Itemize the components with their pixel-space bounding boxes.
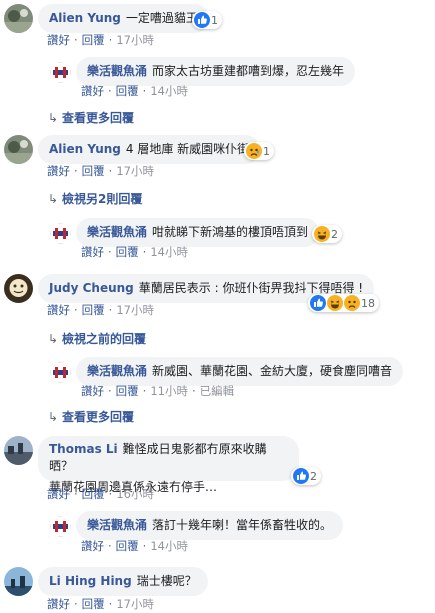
reply-button[interactable]: 回覆 xyxy=(82,303,105,317)
comment-text: 4 層地庫 新威園咪仆街 xyxy=(125,142,250,156)
like-button[interactable]: 讚好 xyxy=(47,487,70,501)
reply-arrow-icon: ↳ xyxy=(48,192,59,206)
reaction-count: 18 xyxy=(361,296,375,310)
comment-author[interactable]: 樂活觀魚涌 xyxy=(87,225,147,239)
avatar[interactable] xyxy=(4,567,33,596)
timestamp[interactable]: 17小時 xyxy=(116,164,154,178)
view-more-replies[interactable]: ↳ 查看更多回覆 xyxy=(48,109,134,126)
timestamp[interactable]: 11小時 xyxy=(150,384,188,398)
timestamp[interactable]: 16小時 xyxy=(116,487,154,501)
reply-button[interactable]: 回覆 xyxy=(82,597,105,611)
reply-button[interactable]: 回覆 xyxy=(116,384,139,398)
avatar[interactable] xyxy=(4,274,33,303)
comment-bubble: 樂活觀魚涌 新威園、華蘭花園、金紡大廈，硬食塵同嘈音 xyxy=(76,357,404,386)
reaction-badge[interactable]: 1 xyxy=(244,142,274,160)
comment-author[interactable]: Alien Yung xyxy=(49,11,121,25)
comment-actions: 讚好 · 回覆 · 17小時 xyxy=(47,33,154,47)
comment-author[interactable]: Li Hing Hing xyxy=(49,574,132,588)
timestamp[interactable]: 14小時 xyxy=(150,539,188,553)
like-button[interactable]: 讚好 xyxy=(47,33,70,47)
reaction-badge[interactable]: 1 xyxy=(192,11,222,29)
comment-bubble: 樂活觀魚涌 落訂十幾年喇！當年係畜牲收的。 xyxy=(76,511,344,540)
reply-button[interactable]: 回覆 xyxy=(116,539,139,553)
reply-button[interactable]: 回覆 xyxy=(116,84,139,98)
avatar[interactable] xyxy=(4,436,33,465)
reply-button[interactable]: 回覆 xyxy=(82,487,105,501)
comment-author[interactable]: 樂活觀魚涌 xyxy=(87,364,147,378)
like-reaction-icon xyxy=(310,295,326,311)
view-more-replies[interactable]: ↳ 檢視另2則回覆 xyxy=(48,190,142,207)
comment-author[interactable]: Thomas Li xyxy=(49,442,118,456)
reaction-count: 2 xyxy=(310,469,317,483)
sad-reaction-icon xyxy=(246,143,262,159)
comment-text: 一定嘈過貓王 xyxy=(125,11,198,25)
timestamp[interactable]: 17小時 xyxy=(116,33,154,47)
comment-actions: 讚好 · 回覆 · 16小時 xyxy=(47,487,154,501)
like-button[interactable]: 讚好 xyxy=(81,84,104,98)
like-button[interactable]: 讚好 xyxy=(47,597,70,611)
reaction-count: 1 xyxy=(263,144,270,158)
comment-author[interactable]: 樂活觀魚涌 xyxy=(87,64,147,78)
reply-arrow-icon: ↳ xyxy=(48,111,59,125)
reply-arrow-icon: ↳ xyxy=(48,332,59,346)
comment-actions: 讚好 · 回覆 · 11小時 · 已編輯 xyxy=(81,384,235,398)
timestamp[interactable]: 14小時 xyxy=(150,84,188,98)
haha-reaction-icon xyxy=(314,226,330,242)
comment-bubble: 樂活觀魚涌 咁就睇下新鴻基的樓頂唔頂到 xyxy=(76,218,320,247)
reply-button[interactable]: 回覆 xyxy=(116,245,139,259)
like-button[interactable]: 讚好 xyxy=(81,245,104,259)
reply-arrow-icon: ↳ xyxy=(48,410,59,424)
comment-text: 新威園、華蘭花園、金紡大廈，硬食塵同嘈音 xyxy=(152,364,393,378)
avatar[interactable] xyxy=(4,135,33,164)
view-more-replies[interactable]: ↳ 查看更多回覆 xyxy=(48,408,134,425)
view-previous-replies[interactable]: ↳ 檢視之前的回覆 xyxy=(48,330,146,347)
avatar[interactable] xyxy=(50,223,71,244)
reaction-count: 2 xyxy=(331,227,338,241)
comment-bubble: Thomas Li 難怪成日鬼影都冇原來收購晒？ 華蘭花園周邊真係永遠冇停手… xyxy=(38,436,299,494)
comment-bubble: Li Hing Hing 瑞士樓呢？ xyxy=(38,567,208,596)
comment-actions: 讚好 · 回覆 · 14小時 xyxy=(81,84,188,98)
comment-text: 瑞士樓呢？ xyxy=(136,574,197,588)
comment-actions: 讚好 · 回覆 · 14小時 xyxy=(81,539,188,553)
comment-bubble: 樂活觀魚涌 而家太古坊重建都嘈到爆，忍左幾年 xyxy=(76,57,356,86)
comment-text: 落訂十幾年喇！當年係畜牲收的。 xyxy=(152,518,333,532)
like-button[interactable]: 讚好 xyxy=(81,384,104,398)
comment-text: 咁就睇下新鴻基的樓頂唔頂到 xyxy=(152,225,309,239)
like-button[interactable]: 讚好 xyxy=(47,164,70,178)
sad-reaction-icon xyxy=(344,295,360,311)
comment-actions: 讚好 · 回覆 · 17小時 xyxy=(47,303,154,317)
like-reaction-icon xyxy=(293,468,309,484)
like-button[interactable]: 讚好 xyxy=(47,303,70,317)
timestamp[interactable]: 17小時 xyxy=(116,597,154,611)
comment-author[interactable]: Alien Yung xyxy=(49,142,121,156)
comment-text: 而家太古坊重建都嘈到爆，忍左幾年 xyxy=(152,64,345,78)
edited-label[interactable]: 已編輯 xyxy=(200,384,235,398)
avatar[interactable] xyxy=(50,516,71,537)
comment-author[interactable]: Judy Cheung xyxy=(49,281,134,295)
comment-bubble: Alien Yung 4 層地庫 新威園咪仆街 xyxy=(38,135,261,164)
avatar[interactable] xyxy=(50,62,71,83)
comment-text: 華蘭居民表示 : 你班仆街畀我抖下得唔得 ! xyxy=(138,281,364,295)
comment-actions: 讚好 · 回覆 · 17小時 xyxy=(47,164,154,178)
comment-actions: 讚好 · 回覆 · 14小時 xyxy=(81,245,188,259)
reply-button[interactable]: 回覆 xyxy=(82,164,105,178)
comment-bubble: Alien Yung 一定嘈過貓王 xyxy=(38,4,209,33)
timestamp[interactable]: 14小時 xyxy=(150,245,188,259)
comment-author[interactable]: 樂活觀魚涌 xyxy=(87,518,147,532)
reaction-badge[interactable]: 2 xyxy=(312,225,342,243)
reply-button[interactable]: 回覆 xyxy=(82,33,105,47)
reaction-badge[interactable]: 2 xyxy=(291,467,321,485)
timestamp[interactable]: 17小時 xyxy=(116,303,154,317)
comment-actions: 讚好 · 回覆 · 17小時 xyxy=(47,597,154,611)
reaction-count: 1 xyxy=(211,13,218,27)
avatar[interactable] xyxy=(4,4,33,33)
avatar[interactable] xyxy=(50,362,71,383)
reaction-badge[interactable]: 18 xyxy=(308,294,379,312)
haha-reaction-icon xyxy=(327,295,343,311)
like-reaction-icon xyxy=(194,12,210,28)
like-button[interactable]: 讚好 xyxy=(81,539,104,553)
